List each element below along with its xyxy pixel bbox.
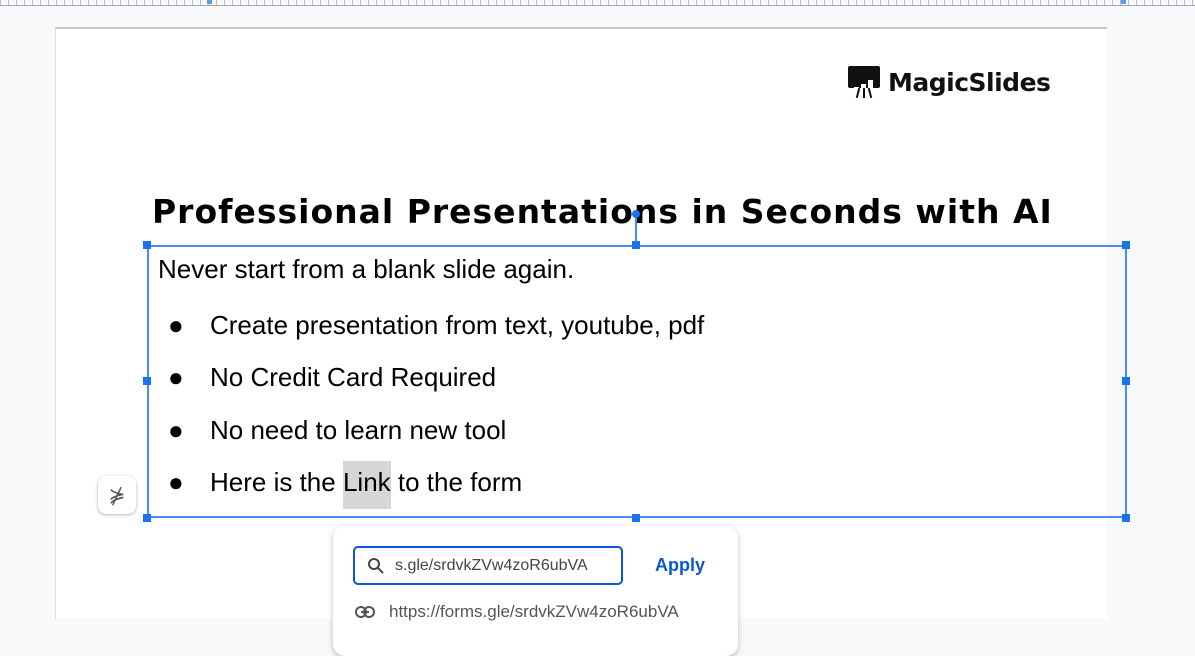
format-options-button[interactable]: ⋡ bbox=[98, 476, 136, 514]
indent-marker[interactable] bbox=[207, 0, 212, 4]
right-indent-marker[interactable] bbox=[1121, 0, 1126, 4]
resize-handle-t[interactable] bbox=[632, 241, 640, 249]
resize-handle-tr[interactable] bbox=[1122, 241, 1130, 249]
format-options-icon: ⋡ bbox=[108, 484, 126, 507]
search-icon bbox=[368, 557, 384, 574]
logo-text: MagicSlides bbox=[888, 67, 1051, 97]
presentation-board-icon bbox=[848, 66, 880, 99]
selected-link-text[interactable]: Link bbox=[342, 461, 391, 509]
apply-button[interactable]: Apply bbox=[655, 555, 705, 576]
resize-handle-r[interactable] bbox=[1122, 377, 1130, 385]
insert-link-popup: s.gle/srdvkZVw4zoR6ubVA Apply https://fo… bbox=[333, 526, 738, 656]
intro-text: Never start from a blank slide again. bbox=[158, 254, 575, 284]
link-icon bbox=[355, 606, 375, 618]
resize-handle-l[interactable] bbox=[143, 377, 151, 385]
horizontal-ruler[interactable] bbox=[0, 0, 1195, 6]
resize-handle-tl[interactable] bbox=[143, 241, 151, 249]
link-input-value: s.gle/srdvkZVw4zoR6ubVA bbox=[395, 556, 588, 574]
resize-handle-b[interactable] bbox=[632, 514, 640, 522]
rotate-handle[interactable] bbox=[632, 210, 640, 218]
slide-title[interactable]: Professional Presentations in Seconds wi… bbox=[152, 192, 1053, 231]
resize-handle-br[interactable] bbox=[1122, 514, 1130, 522]
link-suggestion[interactable]: https://forms.gle/srdvkZVw4zoR6ubVA bbox=[355, 602, 679, 622]
logo: MagicSlides bbox=[848, 66, 1051, 99]
link-input[interactable]: s.gle/srdvkZVw4zoR6ubVA bbox=[353, 546, 623, 585]
suggestion-url: https://forms.gle/srdvkZVw4zoR6ubVA bbox=[389, 602, 679, 621]
resize-handle-bl[interactable] bbox=[143, 514, 151, 522]
